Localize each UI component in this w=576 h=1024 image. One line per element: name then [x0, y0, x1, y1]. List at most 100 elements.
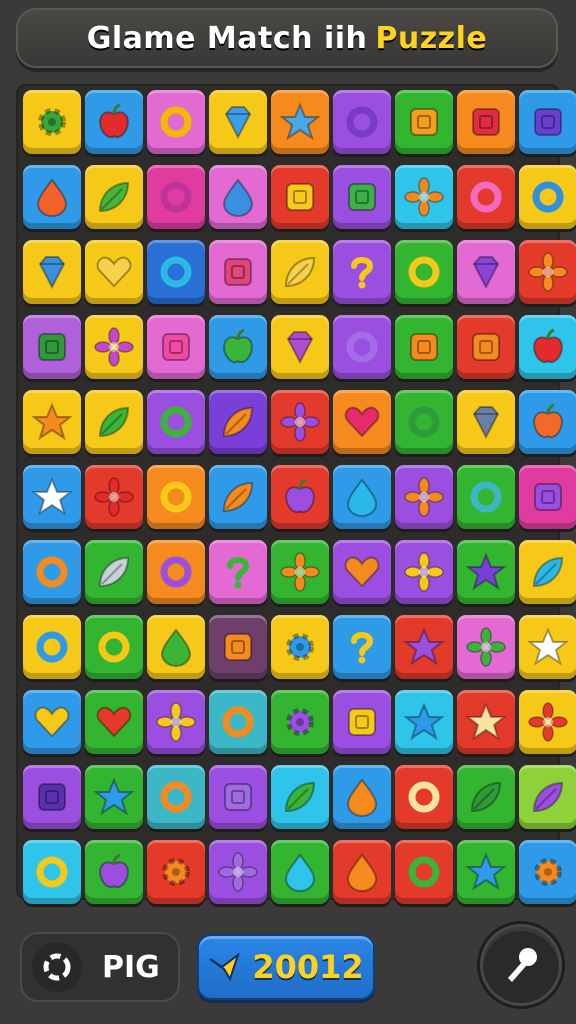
tile-r1-c4[interactable] — [209, 90, 267, 154]
tile-r11-c9[interactable] — [519, 840, 576, 904]
tile-r7-c8[interactable] — [457, 540, 515, 604]
tile-r7-c6[interactable] — [333, 540, 391, 604]
tile-r5-c9[interactable] — [519, 390, 576, 454]
tile-r3-c4[interactable] — [209, 240, 267, 304]
tile-r4-c7[interactable] — [395, 315, 453, 379]
player-button[interactable]: PIG — [20, 932, 180, 1002]
tile-r7-c7[interactable] — [395, 540, 453, 604]
tile-r2-c1[interactable] — [23, 165, 81, 229]
tile-r11-c3[interactable] — [147, 840, 205, 904]
tile-r1-c1[interactable] — [23, 90, 81, 154]
tile-r2-c4[interactable] — [209, 165, 267, 229]
tile-r8-c3[interactable] — [147, 615, 205, 679]
tile-r11-c2[interactable] — [85, 840, 143, 904]
tile-r8-c8[interactable] — [457, 615, 515, 679]
tile-r11-c1[interactable] — [23, 840, 81, 904]
tile-r8-c7[interactable] — [395, 615, 453, 679]
tile-r11-c4[interactable] — [209, 840, 267, 904]
tile-r9-c6[interactable] — [333, 690, 391, 754]
tile-r7-c5[interactable] — [271, 540, 329, 604]
tile-r2-c9[interactable] — [519, 165, 576, 229]
tile-r8-c9[interactable] — [519, 615, 576, 679]
tile-r6-c5[interactable] — [271, 465, 329, 529]
tile-r10-c8[interactable] — [457, 765, 515, 829]
tile-r5-c8[interactable] — [457, 390, 515, 454]
tile-r8-c6[interactable] — [333, 615, 391, 679]
tile-r3-c3[interactable] — [147, 240, 205, 304]
tile-r3-c8[interactable] — [457, 240, 515, 304]
tile-r11-c8[interactable] — [457, 840, 515, 904]
tile-r2-c3[interactable] — [147, 165, 205, 229]
tile-r6-c9[interactable] — [519, 465, 576, 529]
tile-r4-c8[interactable] — [457, 315, 515, 379]
tile-r6-c2[interactable] — [85, 465, 143, 529]
tile-r7-c3[interactable] — [147, 540, 205, 604]
tile-r7-c2[interactable] — [85, 540, 143, 604]
tile-r2-c8[interactable] — [457, 165, 515, 229]
tile-r10-c2[interactable] — [85, 765, 143, 829]
tile-r7-c9[interactable] — [519, 540, 576, 604]
tile-r10-c6[interactable] — [333, 765, 391, 829]
tile-r1-c5[interactable] — [271, 90, 329, 154]
microphone-button[interactable] — [480, 924, 562, 1006]
tile-r4-c9[interactable] — [519, 315, 576, 379]
tile-r7-c4[interactable] — [209, 540, 267, 604]
tile-r9-c7[interactable] — [395, 690, 453, 754]
tile-r5-c2[interactable] — [85, 390, 143, 454]
tile-r6-c1[interactable] — [23, 465, 81, 529]
tile-r3-c2[interactable] — [85, 240, 143, 304]
tile-r10-c4[interactable] — [209, 765, 267, 829]
tile-r6-c8[interactable] — [457, 465, 515, 529]
tile-r3-c5[interactable] — [271, 240, 329, 304]
tile-r10-c1[interactable] — [23, 765, 81, 829]
tile-r4-c1[interactable] — [23, 315, 81, 379]
tile-r4-c5[interactable] — [271, 315, 329, 379]
tile-r5-c5[interactable] — [271, 390, 329, 454]
tile-r1-c9[interactable] — [519, 90, 576, 154]
tile-r1-c2[interactable] — [85, 90, 143, 154]
tile-r10-c9[interactable] — [519, 765, 576, 829]
tile-r4-c3[interactable] — [147, 315, 205, 379]
tile-r8-c5[interactable] — [271, 615, 329, 679]
tile-r3-c6[interactable] — [333, 240, 391, 304]
tile-r11-c7[interactable] — [395, 840, 453, 904]
tile-r2-c5[interactable] — [271, 165, 329, 229]
tile-r2-c6[interactable] — [333, 165, 391, 229]
tile-r3-c9[interactable] — [519, 240, 576, 304]
tile-r9-c2[interactable] — [85, 690, 143, 754]
tile-r1-c7[interactable] — [395, 90, 453, 154]
tile-r8-c4[interactable] — [209, 615, 267, 679]
tile-r9-c8[interactable] — [457, 690, 515, 754]
tile-r3-c1[interactable] — [23, 240, 81, 304]
tile-r9-c9[interactable] — [519, 690, 576, 754]
tile-r6-c6[interactable] — [333, 465, 391, 529]
tile-r4-c2[interactable] — [85, 315, 143, 379]
tile-r5-c7[interactable] — [395, 390, 453, 454]
tile-r4-c6[interactable] — [333, 315, 391, 379]
tile-r10-c5[interactable] — [271, 765, 329, 829]
tile-r8-c1[interactable] — [23, 615, 81, 679]
tile-r11-c5[interactable] — [271, 840, 329, 904]
tile-r6-c4[interactable] — [209, 465, 267, 529]
tile-r5-c6[interactable] — [333, 390, 391, 454]
tile-r8-c2[interactable] — [85, 615, 143, 679]
tile-r5-c3[interactable] — [147, 390, 205, 454]
tile-r6-c7[interactable] — [395, 465, 453, 529]
tile-r2-c2[interactable] — [85, 165, 143, 229]
tile-r9-c1[interactable] — [23, 690, 81, 754]
tile-r9-c4[interactable] — [209, 690, 267, 754]
tile-r6-c3[interactable] — [147, 465, 205, 529]
tile-r5-c1[interactable] — [23, 390, 81, 454]
tile-r3-c7[interactable] — [395, 240, 453, 304]
tile-r9-c3[interactable] — [147, 690, 205, 754]
tile-r1-c6[interactable] — [333, 90, 391, 154]
tile-r1-c3[interactable] — [147, 90, 205, 154]
tile-r4-c4[interactable] — [209, 315, 267, 379]
tile-r2-c7[interactable] — [395, 165, 453, 229]
tile-r10-c7[interactable] — [395, 765, 453, 829]
tile-r1-c8[interactable] — [457, 90, 515, 154]
tile-r9-c5[interactable] — [271, 690, 329, 754]
tile-r7-c1[interactable] — [23, 540, 81, 604]
tile-r5-c4[interactable] — [209, 390, 267, 454]
tile-r10-c3[interactable] — [147, 765, 205, 829]
